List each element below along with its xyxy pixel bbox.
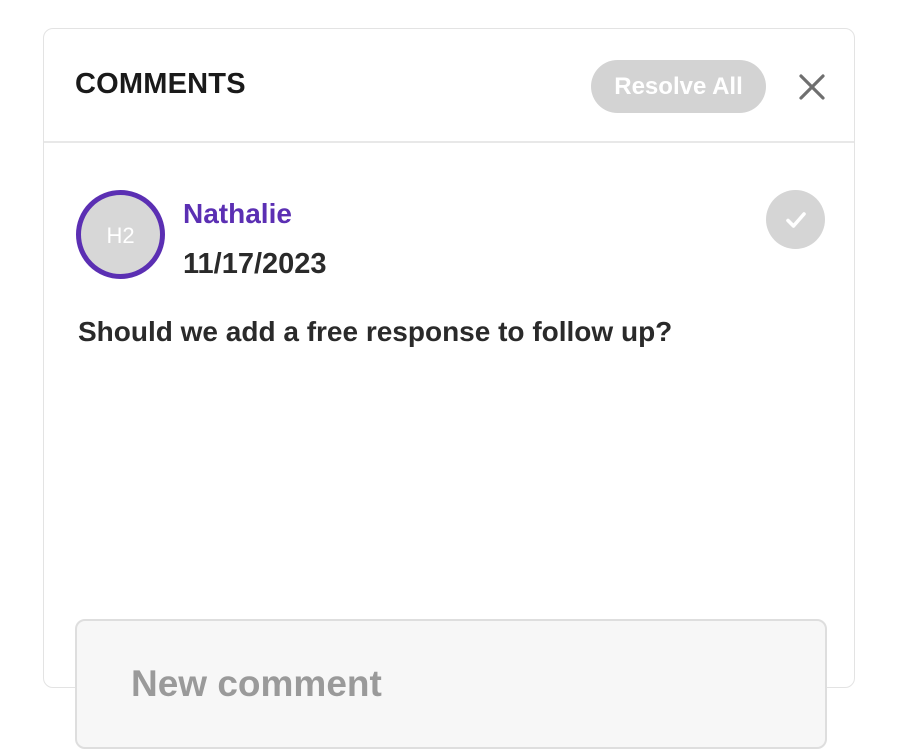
close-icon [799,74,825,100]
close-button[interactable] [794,69,830,105]
avatar: H2 [76,190,165,279]
resolve-all-button[interactable]: Resolve All [591,60,766,113]
comment-author: Nathalie [183,198,292,229]
panel-title: COMMENTS [75,68,246,100]
comment-body: Should we add a free response to follow … [78,316,673,347]
avatar-initials: H2 [106,222,135,248]
check-icon [785,211,806,228]
resolve-comment-button[interactable] [766,190,825,249]
new-comment-input[interactable] [75,619,827,749]
comments-panel: COMMENTS Resolve All H2 Nathalie 11/17/2… [43,28,855,749]
comments-header: COMMENTS Resolve All [44,29,854,143]
comment-date: 11/17/2023 [183,248,327,280]
